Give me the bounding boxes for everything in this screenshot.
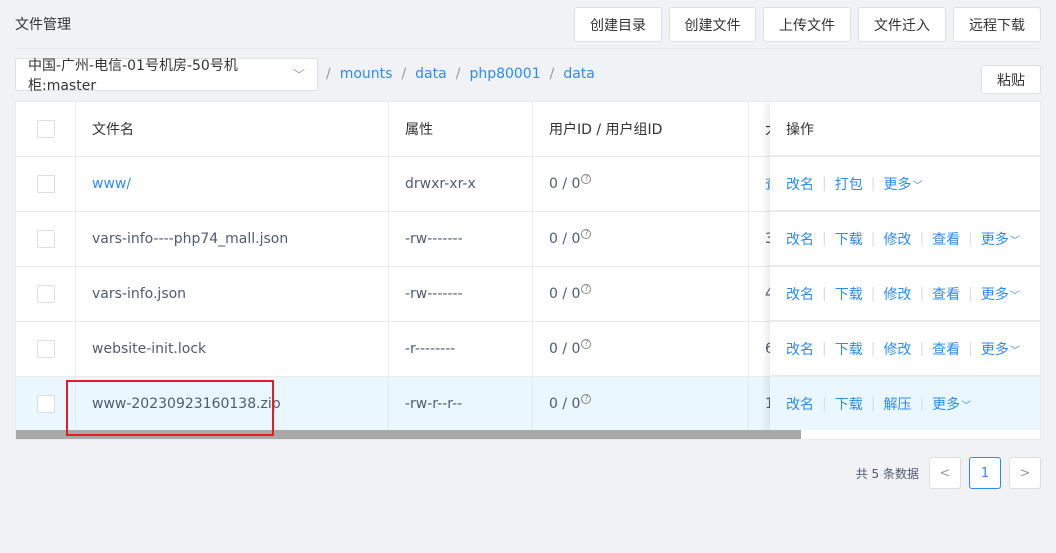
download-link[interactable]: 下载 (835, 394, 863, 414)
move-in-button[interactable]: 文件迁入 (858, 7, 946, 42)
download-link[interactable]: 下载 (835, 284, 863, 304)
file-uid: 0 / 0 (549, 176, 581, 192)
chevron-down-icon: ﹀ (1009, 235, 1020, 247)
breadcrumb-item[interactable]: data (415, 66, 447, 82)
breadcrumb: / mounts / data / php80001 / data (326, 66, 595, 82)
question-icon[interactable]: ? (581, 284, 592, 294)
more-link[interactable]: 更多﹀ (883, 174, 922, 194)
file-attr: -rw------- (389, 212, 533, 266)
question-icon[interactable]: ? (581, 229, 592, 239)
header-ops: 操作 (770, 102, 1040, 156)
row-actions: 改名 | 下载 | 修改 | 查看 | 更多﹀ (770, 322, 1040, 376)
create-file-button[interactable]: 创建文件 (669, 7, 756, 42)
total-count: 共 5 条数据 (855, 466, 919, 481)
edit-link[interactable]: 修改 (883, 229, 911, 249)
next-page-button[interactable]: > (1009, 457, 1041, 489)
paste-button[interactable]: 粘贴 (981, 65, 1041, 94)
rename-link[interactable]: 改名 (786, 174, 814, 194)
row-actions: 改名 | 打包 | 更多﹀ (770, 157, 1040, 211)
rename-link[interactable]: 改名 (786, 284, 814, 304)
download-link[interactable]: 下载 (835, 229, 863, 249)
file-name[interactable]: vars-info.json (76, 267, 389, 321)
chevron-down-icon: ﹀ (961, 400, 972, 412)
file-name[interactable]: vars-info----php74_mall.json (76, 212, 389, 266)
chevron-down-icon: ﹀ (1009, 290, 1020, 302)
pagination: 共 5 条数据 < 1 > (856, 457, 1041, 489)
file-name[interactable]: website-init.lock (76, 322, 389, 376)
chevron-down-icon: ﹀ (1009, 345, 1020, 357)
row-checkbox[interactable] (36, 285, 55, 303)
file-attr: -r-------- (389, 322, 533, 376)
row-checkbox[interactable] (36, 175, 55, 193)
view-link[interactable]: 查看 (932, 339, 960, 359)
question-icon[interactable]: ? (581, 394, 592, 404)
edit-link[interactable]: 修改 (883, 284, 911, 304)
row-actions: 改名 | 下载 | 修改 | 查看 | 更多﹀ (770, 212, 1040, 266)
header-name: 文件名 (76, 102, 389, 156)
edit-link[interactable]: 修改 (883, 339, 911, 359)
header-divider (15, 48, 1041, 49)
rename-link[interactable]: 改名 (786, 394, 814, 414)
chevron-down-icon: ﹀ (912, 180, 923, 192)
more-link[interactable]: 更多﹀ (981, 339, 1020, 359)
ops-column: 操作 改名 | 打包 | 更多﹀ 改名 | 下载 | 修改 | 查看 | 更多﹀ 改名 | 下… (770, 102, 1040, 432)
server-select-value: 中国-广州-电信-01号机房-50号机柜:master (28, 57, 238, 94)
view-link[interactable]: 查看 (932, 284, 960, 304)
view-link[interactable]: 查看 (932, 229, 960, 249)
remote-download-button[interactable]: 远程下载 (953, 7, 1041, 42)
unzip-link[interactable]: 解压 (883, 394, 911, 414)
select-all-checkbox[interactable] (36, 120, 55, 138)
breadcrumb-item[interactable]: mounts (340, 66, 393, 82)
page-title: 文件管理 (15, 17, 71, 33)
server-select[interactable]: 中国-广州-电信-01号机房-50号机柜:master ﹀ (15, 58, 318, 94)
file-name-link[interactable]: www/ (92, 176, 131, 192)
file-attr: -rw-r--r-- (389, 377, 533, 431)
pack-link[interactable]: 打包 (835, 174, 863, 194)
file-uid: 0 / 0 (549, 231, 581, 247)
header-attr: 属性 (389, 102, 533, 156)
rename-link[interactable]: 改名 (786, 339, 814, 359)
chevron-down-icon: ﹀ (292, 68, 305, 82)
row-checkbox[interactable] (36, 395, 55, 413)
download-link[interactable]: 下载 (835, 339, 863, 359)
file-uid: 0 / 0 (549, 286, 581, 302)
row-actions: 改名 | 下载 | 解压 | 更多﹀ (770, 377, 1040, 431)
breadcrumb-item[interactable]: php80001 (469, 66, 540, 82)
more-link[interactable]: 更多﹀ (981, 229, 1020, 249)
file-attr: -rw------- (389, 267, 533, 321)
prev-page-button[interactable]: < (929, 457, 961, 489)
more-link[interactable]: 更多﹀ (981, 284, 1020, 304)
rename-link[interactable]: 改名 (786, 229, 814, 249)
highlight-annotation (66, 380, 274, 436)
header-uid: 用户ID / 用户组ID (533, 102, 749, 156)
file-uid: 0 / 0 (549, 396, 581, 412)
create-dir-button[interactable]: 创建目录 (574, 7, 662, 42)
file-uid: 0 / 0 (549, 341, 581, 357)
file-attr: drwxr-xr-x (389, 157, 533, 211)
row-actions: 改名 | 下载 | 修改 | 查看 | 更多﹀ (770, 267, 1040, 321)
breadcrumb-item[interactable]: data (563, 66, 595, 82)
more-link[interactable]: 更多﹀ (932, 394, 971, 414)
row-checkbox[interactable] (36, 340, 55, 358)
question-icon[interactable]: ? (581, 174, 592, 184)
page-number[interactable]: 1 (969, 457, 1001, 489)
toolbar: 创建目录 创建文件 上传文件 文件迁入 远程下载 (574, 7, 1041, 42)
row-checkbox[interactable] (36, 230, 55, 248)
question-icon[interactable]: ? (581, 339, 592, 349)
upload-file-button[interactable]: 上传文件 (763, 7, 851, 42)
